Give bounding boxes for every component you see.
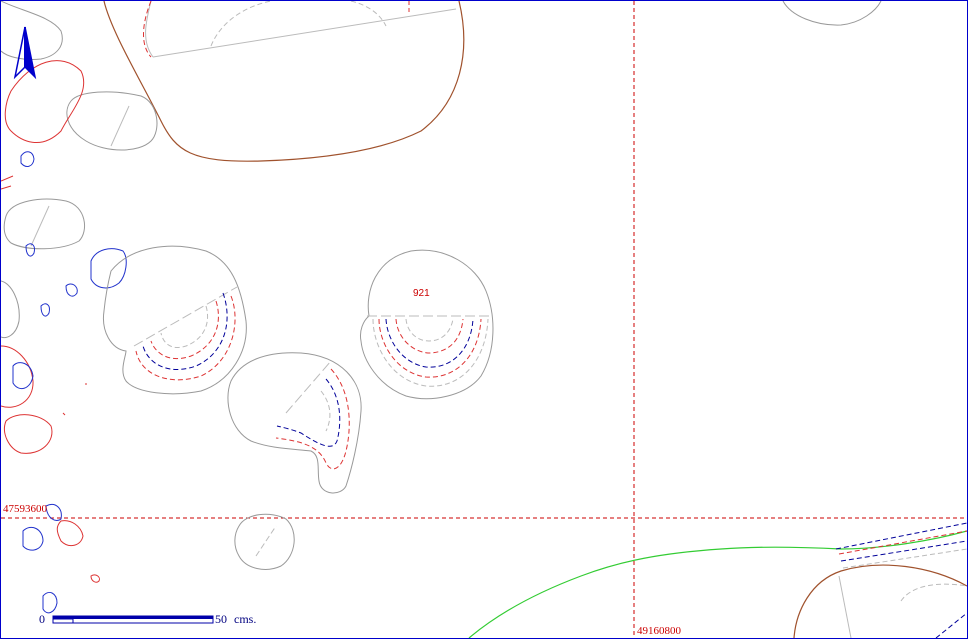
bottom-right-section: [838, 575, 852, 638]
easting-label: 49160800: [637, 625, 682, 637]
excavation-plan-map[interactable]: 921 47593600 49160800 0 50 cms.: [1, 1, 967, 638]
scale-end-label: 50: [215, 612, 227, 626]
posthole-921-contour-grey: [372, 318, 489, 387]
blue-stone-3[interactable]: [25, 243, 35, 257]
posthole-921-contour-blue: [385, 318, 474, 368]
left-stone-3[interactable]: [1, 280, 20, 339]
red-outline-left-4: [56, 520, 84, 547]
posthole-left-contour-red-2: [150, 300, 219, 360]
large-cut-feature[interactable]: [103, 1, 465, 162]
posthole-921-contour-red-1: [378, 318, 482, 378]
scale-unit-label: cms.: [234, 612, 256, 626]
left-stone-4[interactable]: [1, 1, 63, 60]
small-pit-bottom[interactable]: [234, 513, 295, 570]
posthole-921-contour-grey-inner: [405, 318, 454, 342]
north-arrow-icon: [13, 26, 37, 80]
posthole-middle-contour-grey: [320, 390, 331, 432]
blue-stone-7[interactable]: [40, 303, 50, 317]
posthole-left-section-line: [133, 286, 238, 347]
map-viewport[interactable]: 921 47593600 49160800 0 50 cms.: [0, 0, 968, 639]
posthole-left-contour-grey: [160, 305, 209, 348]
bottom-right-inner: [900, 583, 967, 602]
feature-label-921: 921: [413, 288, 430, 299]
inner-pit-arc: [210, 1, 387, 47]
red-outline-left-2: [1, 345, 34, 408]
blue-stone-2[interactable]: [20, 151, 35, 167]
northing-label: 47593600: [3, 503, 48, 515]
blue-stone-4[interactable]: [12, 362, 34, 390]
blue-stone-5[interactable]: [22, 526, 44, 551]
bottom-right-blue-corner: [935, 612, 967, 638]
scale-bar: 0 50 cms.: [39, 612, 256, 626]
posthole-left-contour-red-1: [135, 295, 236, 381]
blue-stone-8[interactable]: [65, 283, 78, 297]
posthole-middle-section-line: [285, 360, 332, 414]
top-right-pit[interactable]: [782, 1, 882, 26]
red-outline-left-1: [4, 60, 85, 144]
posthole-921-contour-red-2: [395, 318, 464, 354]
red-dot-left: [62, 383, 87, 416]
inner-pit-dashed: [143, 1, 152, 58]
red-outline-left-3: [4, 414, 53, 454]
left-stone-1[interactable]: [66, 91, 158, 151]
posthole-middle-contour-red: [275, 368, 350, 470]
posthole-left[interactable]: [102, 245, 247, 395]
left-stone-2-dash: [30, 205, 50, 247]
bottom-right-contour-red: [838, 530, 967, 555]
scale-zero-label: 0: [39, 612, 45, 626]
bottom-right-cut[interactable]: [793, 564, 967, 638]
red-outline-left-5: [90, 574, 100, 583]
posthole-middle[interactable]: [227, 352, 362, 494]
small-pit-bottom-section: [255, 525, 277, 557]
green-boundary-line: [468, 530, 967, 638]
posthole-921[interactable]: [360, 249, 494, 400]
blue-stone-6[interactable]: [42, 592, 58, 614]
red-dash-left-1: [1, 175, 14, 190]
left-stone-2[interactable]: [3, 198, 86, 250]
left-stone-1-dash: [110, 105, 130, 147]
bottom-right-contour-grey: [842, 548, 967, 569]
